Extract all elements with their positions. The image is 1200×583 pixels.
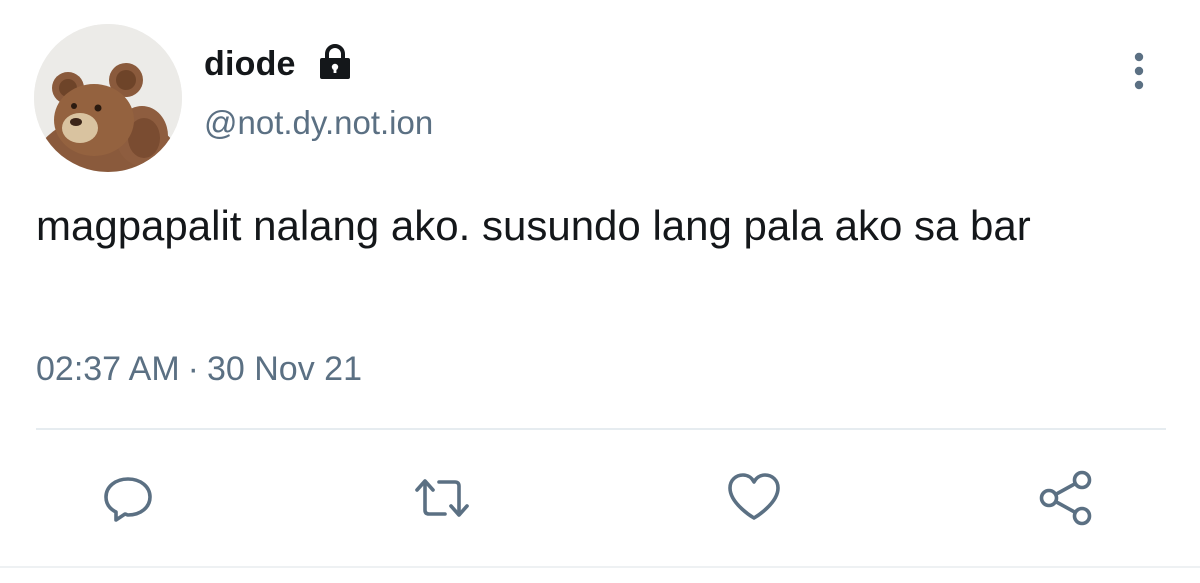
user-handle[interactable]: @not.dy.not.ion bbox=[204, 104, 433, 142]
avatar[interactable] bbox=[34, 24, 182, 172]
bottom-divider bbox=[0, 566, 1200, 568]
more-vertical-icon[interactable] bbox=[1122, 50, 1156, 94]
display-name-row: diode bbox=[204, 42, 354, 86]
teddy-bear-image bbox=[34, 24, 182, 172]
tweet-date: 30 Nov 21 bbox=[206, 350, 362, 388]
timestamp-separator: · bbox=[187, 350, 199, 388]
tweet-time: 02:37 AM bbox=[36, 350, 180, 388]
like-button[interactable] bbox=[724, 468, 784, 528]
tweet-text: magpapalit nalang ako. susundo lang pala… bbox=[36, 202, 1031, 249]
tweet-timestamp[interactable]: 02:37 AM · 30 Nov 21 bbox=[36, 350, 362, 389]
tweet-card: diode @not.dy.not.ion magpapalit nalang … bbox=[0, 0, 1200, 583]
lock-icon bbox=[316, 43, 354, 81]
heart-icon bbox=[728, 473, 780, 520]
retweet-icon bbox=[415, 479, 469, 517]
share-button[interactable] bbox=[1036, 468, 1096, 528]
share-icon bbox=[1039, 470, 1092, 526]
retweet-button[interactable] bbox=[412, 468, 472, 528]
display-name[interactable]: diode bbox=[204, 45, 296, 84]
reply-button[interactable] bbox=[98, 468, 158, 528]
reply-icon bbox=[104, 477, 152, 522]
divider bbox=[36, 428, 1166, 430]
